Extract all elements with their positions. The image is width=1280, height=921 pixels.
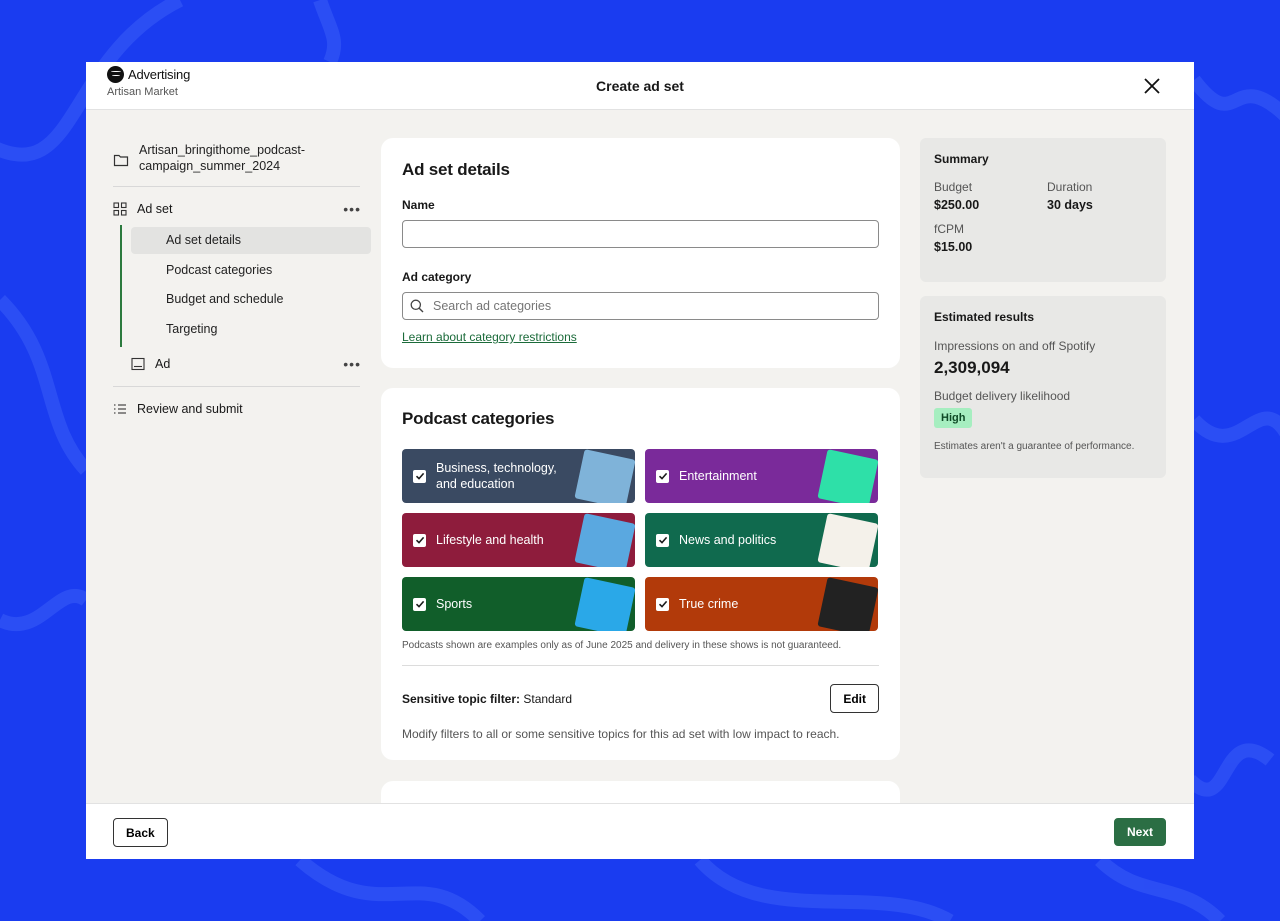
ad-category-label: Ad category — [402, 270, 472, 284]
name-label: Name — [402, 198, 435, 212]
podcast-disclaimer: Podcasts shown are examples only as of J… — [402, 640, 842, 651]
podcast-cover-image — [817, 513, 878, 567]
category-sports[interactable]: Sports — [402, 577, 635, 631]
podcast-cover-image — [817, 449, 878, 503]
ad-set-details-heading: Ad set details — [402, 160, 510, 179]
checkbox-checked-icon[interactable] — [656, 597, 669, 611]
delivery-likelihood-badge: High — [934, 408, 973, 428]
ad-more-icon[interactable]: ••• — [343, 356, 361, 372]
impressions-label: Impressions on and off Spotify — [934, 339, 1096, 353]
list-icon — [114, 404, 126, 414]
category-lifestyle-and-health[interactable]: Lifestyle and health — [402, 513, 635, 567]
category-business-technology-education[interactable]: Business, technology, and education — [402, 449, 635, 503]
sidebar-item-targeting[interactable]: Targeting — [131, 316, 371, 343]
estimates-disclaimer: Estimates aren't a guarantee of performa… — [934, 441, 1135, 452]
estimated-results-title: Estimated results — [934, 310, 1035, 324]
close-icon[interactable] — [1142, 76, 1162, 96]
search-icon — [410, 299, 424, 313]
sidebar-divider — [113, 386, 360, 387]
campaign-item[interactable]: Artisan_bringithome_podcast-campaign_sum… — [113, 138, 360, 187]
budget-value: $250.00 — [934, 198, 980, 212]
sidebar-item-ad-set-details[interactable]: Ad set details — [131, 227, 371, 254]
ad-set-details-card: Ad set details Name Ad category Learn ab… — [381, 138, 900, 368]
page-title: Create ad set — [596, 78, 684, 94]
sensitive-topic-description: Modify filters to all or some sensitive … — [402, 727, 840, 741]
category-label: Business, technology, and education — [436, 461, 557, 491]
estimated-results-panel: Estimated results Impressions on and off… — [920, 296, 1166, 478]
review-label: Review and submit — [137, 402, 243, 416]
podcast-cover-image — [574, 513, 635, 567]
category-true-crime[interactable]: True crime — [645, 577, 878, 631]
ad-label: Ad — [155, 357, 171, 371]
campaign-name: Artisan_bringithome_podcast-campaign_sum… — [139, 143, 306, 173]
impressions-value: 2,309,094 — [934, 358, 1010, 377]
checkbox-checked-icon[interactable] — [413, 533, 426, 547]
ad-set-more-icon[interactable]: ••• — [343, 201, 361, 217]
category-label: Sports — [436, 597, 473, 611]
checkbox-checked-icon[interactable] — [656, 533, 669, 547]
create-ad-set-window: Advertising Artisan Market Create ad set… — [86, 62, 1194, 859]
fcpm-value: $15.00 — [934, 240, 973, 254]
bottom-bar: Back Next — [86, 803, 1194, 859]
category-label: News and politics — [679, 533, 777, 547]
ad-set-label: Ad set — [137, 202, 173, 216]
summary-panel: Summary Budget $250.00 Duration 30 days … — [920, 138, 1166, 282]
top-bar: Advertising Artisan Market Create ad set — [86, 62, 1194, 110]
sidebar-item-budget-and-schedule[interactable]: Budget and schedule — [131, 286, 371, 313]
podcast-cover-image — [817, 577, 878, 631]
sensitive-topic-value: Standard — [523, 691, 573, 706]
sidebar-item-podcast-categories[interactable]: Podcast categories — [131, 257, 371, 284]
sensitive-topic-filter: Sensitive topic filter: Standard — [402, 692, 572, 706]
category-restrictions-link[interactable]: Learn about category restrictions — [402, 330, 577, 344]
section-divider — [402, 665, 879, 666]
podcast-cover-image — [574, 449, 635, 503]
delivery-likelihood-label: Budget delivery likelihood — [934, 389, 1071, 403]
category-label: Lifestyle and health — [436, 533, 544, 547]
ad-set-subnav: Ad set details Podcast categories Budget… — [120, 225, 371, 347]
back-button[interactable]: Back — [113, 818, 168, 847]
podcast-categories-heading: Podcast categories — [402, 409, 555, 428]
edit-sensitive-filter-button[interactable]: Edit — [830, 684, 879, 713]
sensitive-topic-label: Sensitive topic filter: — [402, 691, 521, 706]
next-button[interactable]: Next — [1113, 818, 1166, 846]
sidebar-item-ad[interactable]: Ad ••• — [131, 352, 361, 380]
summary-title: Summary — [934, 152, 989, 166]
duration-label: Duration — [1047, 180, 1093, 194]
ad-category-search-input[interactable] — [402, 292, 879, 320]
checkbox-checked-icon[interactable] — [656, 469, 669, 483]
podcast-categories-card: Podcast categories Business, technology,… — [381, 388, 900, 760]
category-entertainment[interactable]: Entertainment — [645, 449, 878, 503]
podcast-cover-image — [574, 577, 635, 631]
name-input[interactable] — [402, 220, 879, 248]
category-label: True crime — [679, 597, 739, 611]
budget-label: Budget — [934, 180, 973, 194]
duration-value: 30 days — [1047, 198, 1093, 212]
fcpm-label: fCPM — [934, 222, 964, 236]
ad-icon — [131, 357, 145, 371]
category-news-and-politics[interactable]: News and politics — [645, 513, 878, 567]
grid-icon — [113, 202, 127, 216]
category-label: Entertainment — [679, 469, 757, 483]
checkbox-checked-icon[interactable] — [413, 469, 426, 483]
sidebar: Artisan_bringithome_podcast-campaign_sum… — [113, 138, 371, 427]
sidebar-item-ad-set[interactable]: Ad set ••• — [113, 193, 361, 225]
podcast-category-grid: Business, technology, and education Ente… — [402, 449, 879, 631]
sidebar-item-review-and-submit[interactable]: Review and submit — [113, 391, 371, 427]
folder-icon — [113, 154, 129, 167]
checkbox-checked-icon[interactable] — [413, 597, 426, 611]
